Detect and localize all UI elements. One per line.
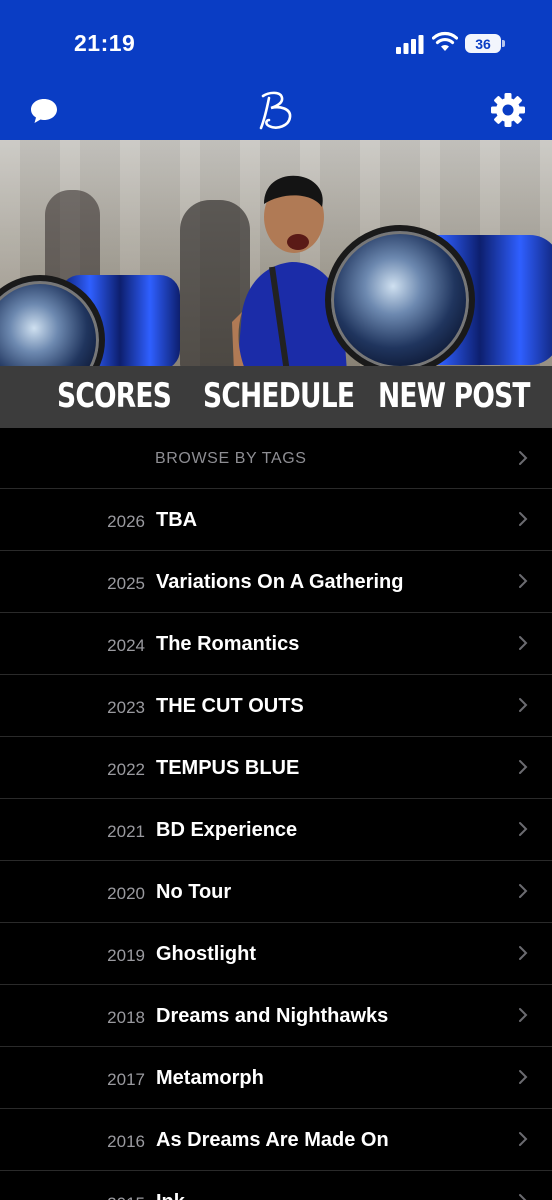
list-item-year: 2024 (107, 636, 145, 655)
status-bar: 21:19 36 (0, 0, 552, 80)
list-item[interactable]: 2022 TEMPUS BLUE (0, 737, 552, 799)
chevron-right-icon (519, 884, 528, 898)
gear-icon[interactable] (490, 92, 526, 128)
list-item-title: Ink (156, 1191, 185, 1200)
b-script-logo[interactable] (255, 88, 299, 132)
chevron-right-icon (519, 451, 528, 465)
list-item[interactable]: 2021 BD Experience (0, 799, 552, 861)
list-item-title: TEMPUS BLUE (156, 757, 300, 779)
list-item-title: BD Experience (156, 819, 298, 841)
browse-by-tags-label: BROWSE BY TAGS (155, 450, 307, 467)
chat-bubble-icon[interactable] (28, 96, 60, 126)
list-item-year: 2020 (107, 884, 145, 903)
tab-schedule[interactable]: SCHEDULE (203, 376, 355, 420)
list-item-year: 2026 (107, 512, 145, 531)
signal-icon (396, 35, 424, 54)
list-item-year: 2022 (107, 760, 145, 779)
tag-list: BROWSE BY TAGS 2026 TBA 2025 Variations On … (0, 428, 552, 1200)
list-item[interactable]: 2024 The Romantics (0, 613, 552, 675)
chevron-right-icon (519, 512, 528, 526)
nav-bar (0, 80, 552, 140)
list-item-title: Ghostlight (156, 943, 256, 965)
list-item-year: 2017 (107, 1070, 145, 1089)
list-item-year: 2019 (107, 946, 145, 965)
chevron-right-icon (519, 1194, 527, 1200)
battery-nub (502, 40, 505, 47)
tab-bar: SCORES SCHEDULE NEW POST (0, 366, 552, 428)
list-item-title: Variations On A Gathering (156, 571, 404, 593)
chevron-right-icon (519, 698, 528, 712)
list-item[interactable]: 2019 Ghostlight (0, 923, 552, 985)
wifi-icon (432, 31, 458, 51)
battery-icon: 36 (465, 34, 501, 53)
chevron-right-icon (519, 946, 528, 960)
list-item-title: The Romantics (156, 633, 300, 655)
list-item-year: 2015 (0, 1194, 145, 1200)
list-item[interactable]: 2020 No Tour (0, 861, 552, 923)
browse-by-tags-row[interactable]: BROWSE BY TAGS (0, 428, 552, 489)
list-item-title: Dreams and Nighthawks (156, 1005, 389, 1027)
list-item-year: 2016 (107, 1132, 145, 1151)
battery-level: 36 (475, 35, 491, 52)
hero-image (0, 140, 552, 366)
list-item-title: Metamorph (156, 1067, 264, 1089)
list-item-title: As Dreams Are Made On (156, 1129, 389, 1151)
list-item-year: 2021 (107, 822, 145, 841)
tab-scores[interactable]: SCORES (57, 376, 172, 420)
list-item[interactable]: 2017 Metamorph (0, 1047, 552, 1109)
chevron-right-icon (519, 1008, 528, 1022)
list-item-title: No Tour (156, 881, 232, 903)
chevron-right-icon (519, 574, 528, 588)
list-item-year: 2018 (107, 1008, 145, 1027)
list-item-year: 2023 (107, 698, 145, 717)
chevron-right-icon (519, 760, 528, 774)
chevron-right-icon (519, 1132, 528, 1146)
list-item[interactable]: 2018 Dreams and Nighthawks (0, 985, 552, 1047)
status-time: 21:19 (74, 30, 136, 56)
bass-drum-right (325, 225, 475, 366)
chevron-right-icon (519, 822, 528, 836)
tab-new-post[interactable]: NEW POST (378, 376, 531, 420)
list-item[interactable]: 2025 Variations On A Gathering (0, 551, 552, 613)
list-item-title: TBA (156, 509, 198, 531)
chevron-right-icon (519, 636, 528, 650)
list-item-title: THE CUT OUTS (156, 695, 304, 717)
list-item[interactable]: 2015 Ink (0, 1171, 552, 1200)
chevron-right-icon (519, 1070, 528, 1084)
list-item[interactable]: 2023 THE CUT OUTS (0, 675, 552, 737)
app-header: 21:19 36 (0, 0, 552, 140)
list-item-year: 2025 (107, 574, 145, 593)
list-item[interactable]: 2026 TBA (0, 489, 552, 551)
list-item[interactable]: 2016 As Dreams Are Made On (0, 1109, 552, 1171)
